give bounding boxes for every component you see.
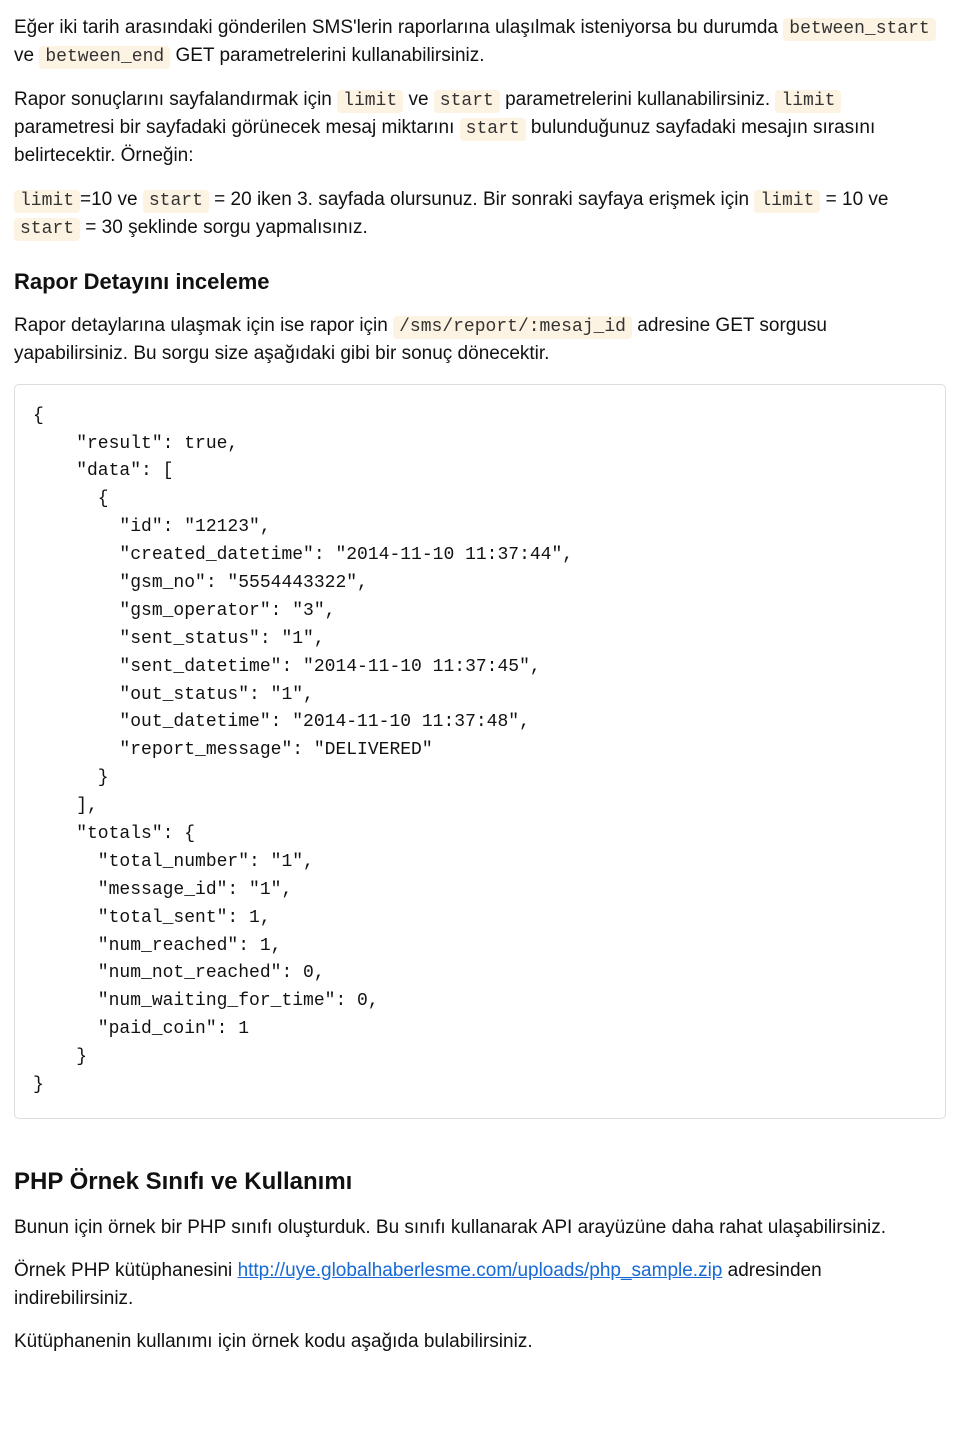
link-php-sample[interactable]: http://uye.globalhaberlesme.com/uploads/… (238, 1260, 723, 1281)
paragraph-php-usage: Kütüphanenin kullanımı için örnek kodu a… (14, 1328, 946, 1356)
heading-report-detail: Rapor Detayını inceleme (14, 266, 946, 298)
text: Eğer iki tarih arasındaki gönderilen SMS… (14, 17, 783, 38)
paragraph-pagination: Rapor sonuçlarını sayfalandırmak için li… (14, 86, 946, 170)
text: ve (403, 89, 434, 110)
code-start: start (434, 90, 500, 113)
heading-php-sample: PHP Örnek Sınıfı ve Kullanımı (14, 1165, 946, 1200)
paragraph-php-download: Örnek PHP kütüphanesini http://uye.globa… (14, 1257, 946, 1312)
code-limit: limit (14, 190, 80, 213)
text: = 30 şeklinde sorgu yapmalısınız. (80, 217, 368, 238)
code-endpoint: /sms/report/:mesaj_id (393, 316, 632, 339)
paragraph-date-range: Eğer iki tarih arasındaki gönderilen SMS… (14, 14, 946, 70)
code-limit: limit (754, 190, 820, 213)
code-between-end: between_end (39, 46, 170, 69)
text: parametresi bir sayfadaki görünecek mesa… (14, 117, 460, 138)
text: Örnek PHP kütüphanesini (14, 1260, 238, 1281)
code-start: start (143, 190, 209, 213)
paragraph-php-intro: Bunun için örnek bir PHP sınıfı oluşturd… (14, 1214, 946, 1242)
text: ve (14, 45, 39, 66)
code-limit: limit (337, 90, 403, 113)
text: = 20 iken 3. sayfada olursunuz. Bir sonr… (209, 189, 754, 210)
text: GET parametrelerini kullanabilirsiniz. (170, 45, 484, 66)
text: parametrelerini kullanabilirsiniz. (500, 89, 776, 110)
code-block-json-response: { "result": true, "data": [ { "id": "121… (14, 384, 946, 1119)
text: Rapor sonuçlarını sayfalandırmak için (14, 89, 337, 110)
code-limit: limit (775, 90, 841, 113)
code-between-start: between_start (783, 18, 935, 41)
text: Rapor detaylarına ulaşmak için ise rapor… (14, 315, 393, 336)
text: = 10 ve (820, 189, 888, 210)
paragraph-example: limit=10 ve start = 20 iken 3. sayfada o… (14, 186, 946, 242)
paragraph-report-detail: Rapor detaylarına ulaşmak için ise rapor… (14, 312, 946, 368)
code-start: start (14, 218, 80, 241)
code-start: start (460, 118, 526, 141)
text: =10 ve (80, 189, 143, 210)
